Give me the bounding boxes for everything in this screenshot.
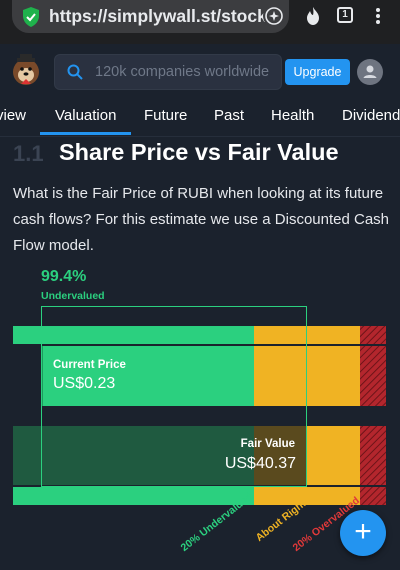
user-icon (363, 65, 377, 78)
address-bar[interactable]: https://simplywall.st/stock (12, 0, 289, 33)
search-icon (67, 64, 83, 80)
secure-shield-icon (23, 6, 39, 27)
search-placeholder: 120k companies worldwide (95, 64, 270, 80)
undervalued-percent: 99.4% (41, 268, 87, 285)
search-input[interactable]: 120k companies worldwide (54, 54, 282, 90)
section-description: What is the Fair Price of RUBI when look… (13, 185, 390, 254)
current-price-value: US$0.23 (53, 375, 116, 392)
tab-past[interactable]: Past (214, 107, 244, 124)
tab-switcher-button[interactable]: 1 (337, 7, 353, 23)
add-button[interactable]: + (340, 510, 386, 556)
tab-valuation[interactable]: Valuation (55, 107, 116, 124)
avatar[interactable] (357, 59, 383, 85)
tab-dividend[interactable]: Dividend (342, 107, 400, 124)
flame-icon[interactable] (304, 6, 322, 26)
tab-health[interactable]: Health (271, 107, 314, 124)
plus-icon: + (354, 515, 372, 548)
simply-wall-st-logo[interactable] (11, 54, 41, 88)
tab-future[interactable]: Future (144, 107, 187, 124)
tab-count: 1 (342, 9, 348, 20)
url-text: https://simplywall.st/stock (49, 6, 267, 26)
active-tab-indicator (40, 132, 131, 135)
tab-overview[interactable]: view (0, 107, 26, 124)
fair-value-value: US$40.37 (224, 455, 296, 472)
assistant-icon[interactable] (263, 5, 285, 27)
upgrade-button[interactable]: Upgrade (285, 59, 350, 85)
more-menu-icon[interactable] (374, 7, 382, 25)
section-title: Share Price vs Fair Value (59, 139, 339, 165)
section-number: 1.1 (13, 141, 44, 166)
fair-value-chart (0, 306, 400, 505)
current-price-label: Current Price (53, 359, 126, 371)
fair-value-label: Fair Value (240, 438, 295, 450)
browser-toolbar: https://simplywall.st/stock 1 (0, 0, 400, 44)
